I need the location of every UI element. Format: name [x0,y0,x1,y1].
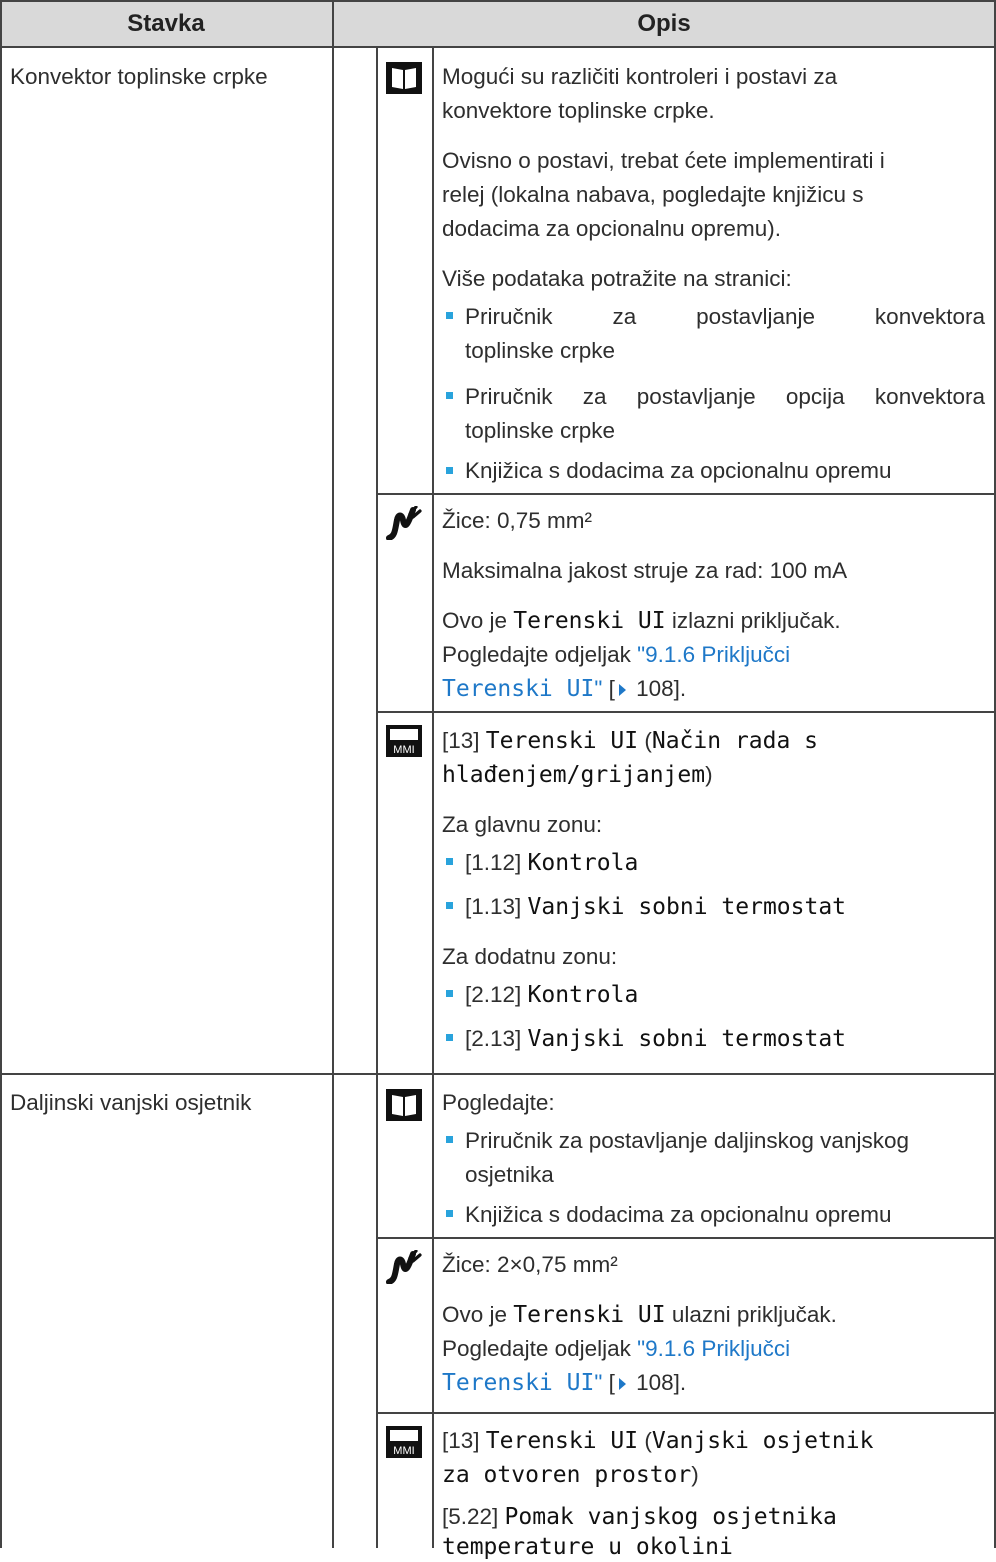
mmi-icon: MMI [386,1426,422,1458]
table-border [0,1073,996,1075]
page-arrow-icon [618,684,626,697]
wire-icon [386,1250,422,1284]
table-border [376,711,996,713]
wire-icon [386,506,422,540]
header-opis: Opis [637,10,691,37]
bullet [446,1034,453,1041]
section-link[interactable]: "9.1.6 Priključci [637,1336,790,1361]
svg-text:MMI: MMI [393,744,414,756]
list-item: Knjižica s dodacima za opcionalnu opremu [465,458,892,483]
section-link[interactable]: Terenski UI [442,676,594,702]
paragraph: Mogući su različiti kontroleri i postavi… [442,64,838,89]
list-item: Priručnik za postavljanje daljinskog van… [465,1128,909,1153]
paragraph: Za glavnu zonu: [442,812,603,837]
table-border [332,0,334,1548]
paragraph: [13] Terenski UI (Vanjski osjetnik [442,1428,874,1454]
book-icon [386,1089,422,1121]
paragraph: relej (lokalna nabava, pogledajte knjiži… [442,182,864,207]
svg-text:MMI: MMI [393,1445,414,1457]
paragraph: Ovo je Terenski UI ulazni priključak. [442,1302,837,1328]
bullet [446,392,453,399]
paragraph: Pogledajte: [442,1090,555,1115]
section-link[interactable]: Terenski UI [442,1370,594,1396]
paragraph: Maksimalna jakost struje za rad: 100 mA [442,558,848,583]
bullet [446,902,453,909]
paragraph: Više podataka potražite na stranici: [442,266,792,291]
paragraph: Ovisno o postavi, trebat ćete implementi… [442,148,885,173]
table-border [0,46,996,48]
page-arrow-icon [618,1378,626,1391]
item-label: Konvektor toplinske crpke [10,64,268,89]
bullet [446,467,453,474]
paragraph: [13] Terenski UI (Način rada s [442,728,819,754]
list-item: [1.12] Kontrola [465,850,639,876]
header-stavka: Stavka [127,10,205,37]
table-border [432,48,434,1548]
bullet [446,858,453,865]
bullet [446,1136,453,1143]
page-ref[interactable]: 108]. [630,676,686,701]
book-icon [386,62,422,94]
section-link[interactable]: "9.1.6 Priključci [637,642,790,667]
table-border [0,0,2,1548]
paragraph: konvektore toplinske crpke. [442,98,715,123]
list-item: [2.13] Vanjski sobni termostat [465,1026,847,1052]
bullet [446,990,453,997]
paragraph: hlađenjem/grijanjem) [442,762,713,788]
table-border [0,0,996,2]
table-border [376,48,378,1548]
bullet [446,1210,453,1217]
bullet [446,312,453,319]
list-item: [1.13] Vanjski sobni termostat [465,894,847,920]
item-label: Daljinski vanjski osjetnik [10,1090,252,1115]
list-item: toplinske crpke [465,418,616,443]
table-border [376,1237,996,1239]
list-item: Priručnik za postavljanje opcija konvekt… [465,384,985,409]
paragraph: Žice: 2×0,75 mm² [442,1252,618,1277]
paragraph: Za dodatnu zonu: [442,944,618,969]
paragraph: Terenski UI" [ 108]. [442,1370,687,1396]
paragraph: temperature u okolini [442,1534,733,1560]
list-item: osjetnika [465,1162,554,1187]
paragraph: Pogledajte odjeljak "9.1.6 Priključci [442,642,791,667]
page-ref[interactable]: 108]. [630,1370,686,1395]
table-border [376,493,996,495]
paragraph: [5.22] Pomak vanjskog osjetnika [442,1504,837,1530]
paragraph: Ovo je Terenski UI izlazni priključak. [442,608,841,634]
table-border [376,1412,996,1414]
paragraph: Žice: 0,75 mm² [442,508,593,533]
list-item: [2.12] Kontrola [465,982,639,1008]
paragraph: Terenski UI" [ 108]. [442,676,687,702]
mmi-icon: MMI [386,725,422,757]
list-item: Knjižica s dodacima za opcionalnu opremu [465,1202,892,1227]
paragraph: za otvoren prostor) [442,1462,699,1488]
list-item: toplinske crpke [465,338,616,363]
paragraph: dodacima za opcionalnu opremu). [442,216,781,241]
list-item: Priručnik za postavljanje konvektora [465,304,985,329]
paragraph: Pogledajte odjeljak "9.1.6 Priključci [442,1336,791,1361]
